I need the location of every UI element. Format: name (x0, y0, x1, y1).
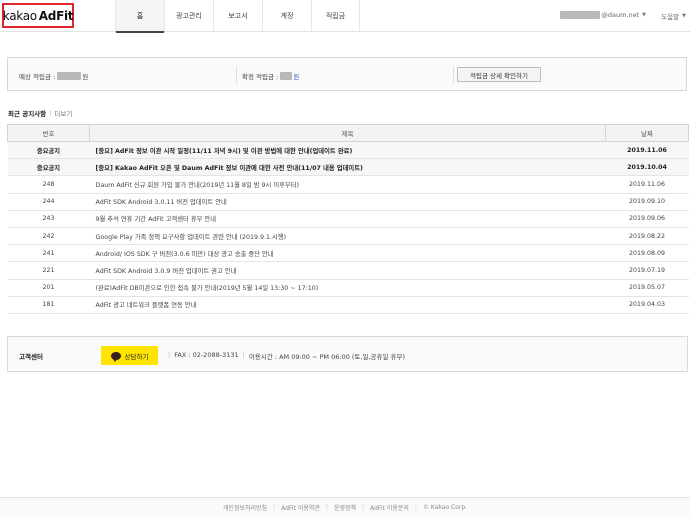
notices-table-body: 중요공지 [중요] AdFit 정보 이관 시작 일정(11/11 저녁 9시) … (7, 141, 689, 314)
footer-link-inquiry[interactable]: AdFit 이용문의 (370, 503, 409, 512)
notices-title: 최근 공지사항 (8, 110, 47, 118)
user-menu[interactable]: @daum.net ▼ (560, 11, 646, 19)
notices-table: 번호 제목 날짜 중요공지 [중요] AdFit 정보 이관 시작 일정(11/1… (7, 124, 689, 314)
confirmed-earnings: 확정 적립금 : 원 (242, 71, 299, 81)
confirmed-earnings-unit: 원 (293, 73, 300, 81)
nav-earnings[interactable]: 적립금 (311, 0, 360, 32)
notice-number: 243 (7, 210, 90, 228)
notice-date: 2019.04.03 (605, 296, 689, 314)
divider (453, 66, 454, 84)
customer-center: 고객센터 상담하기 | FAX : 02-2088-3131 | 이용시간 : … (7, 336, 688, 372)
notice-number: 248 (7, 175, 90, 194)
table-row[interactable]: 중요공지 [중요] Kakao AdFit 오픈 및 Daum AdFit 정보 … (7, 158, 689, 177)
column-header-subject: 제목 (89, 124, 606, 142)
separator: | (242, 351, 245, 359)
separator: | (49, 109, 52, 117)
consult-label: 상담하기 (124, 352, 149, 361)
nav-ad-management[interactable]: 광고관리 (164, 0, 213, 32)
redacted-username (560, 11, 601, 19)
chevron-down-icon: ▼ (682, 13, 686, 19)
notice-date: 2019.05.07 (605, 279, 689, 297)
notice-subject[interactable]: [중요] Kakao AdFit 오픈 및 Daum AdFit 정보 이관에 … (89, 158, 606, 177)
table-header-row: 번호 제목 날짜 (7, 124, 689, 142)
notice-subject[interactable]: AdFit 광고 네트워크 플랫폼 연동 안내 (89, 296, 606, 314)
redacted-amount (57, 72, 82, 80)
user-email-suffix: @daum.net (601, 11, 640, 19)
notice-date: 2019.10.04 (605, 158, 689, 177)
notice-subject[interactable]: (완료)AdFit DB이관으로 인한 접속 불가 안내(2019년 5월 14… (89, 279, 606, 297)
notice-subject[interactable]: AdFit SDK Android 3.0.11 버전 업데이트 안내 (89, 193, 606, 211)
notice-number: 221 (7, 261, 90, 280)
notice-date: 2019.11.06 (605, 141, 689, 160)
customer-center-title: 고객센터 (19, 353, 43, 361)
notice-subject[interactable]: Google Play 가족 정책 요구사항 업데이트 관련 안내 (2019.… (89, 227, 606, 246)
table-row[interactable]: 201 (완료)AdFit DB이관으로 인한 접속 불가 안내(2019년 5월… (7, 279, 689, 297)
table-row[interactable]: 221 AdFit SDK Android 3.0.9 버전 업데이트 권고 안내… (7, 261, 689, 280)
notice-date: 2019.09.06 (605, 210, 689, 228)
table-row[interactable]: 중요공지 [중요] AdFit 정보 이관 시작 일정(11/11 저녁 9시) … (7, 141, 689, 160)
notice-date: 2019.09.10 (605, 193, 689, 211)
confirmed-earnings-label: 확정 적립금 : (242, 73, 279, 81)
table-row[interactable]: 181 AdFit 광고 네트워크 플랫폼 연동 안내 2019.04.03 (7, 296, 689, 314)
separator: | (273, 503, 276, 511)
notice-date: 2019.11.06 (605, 175, 689, 194)
notices-more-link[interactable]: 더보기 (54, 108, 72, 118)
footer-copyright: © Kakao Corp. (422, 503, 468, 511)
divider (236, 66, 237, 84)
help-menu[interactable]: 도움말 ▼ (661, 11, 686, 21)
notice-subject[interactable]: [중요] AdFit 정보 이관 시작 일정(11/11 저녁 9시) 및 이관… (89, 141, 606, 160)
nav-reports[interactable]: 보고서 (213, 0, 262, 32)
help-label: 도움말 (661, 13, 680, 21)
top-header: kakao AdFit 홈 광고관리 보고서 계정 적립금 @daum.net … (0, 0, 690, 33)
kakaotalk-icon (110, 351, 121, 362)
separator: | (362, 503, 365, 511)
notice-number: 중요공지 (7, 158, 90, 177)
expected-earnings: 예상 적립금 : 원 (19, 71, 88, 81)
table-row[interactable]: 243 9월 추석 연휴 기간 AdFit 고객센터 휴무 안내 2019.09.0… (7, 210, 689, 228)
notice-number: 181 (7, 296, 90, 314)
footer: 개인정보처리방침 | AdFit 이용약관 | 운영정책 | AdFit 이용문… (0, 497, 690, 516)
separator: | (325, 503, 328, 511)
nav-home[interactable]: 홈 (115, 0, 164, 33)
notice-subject[interactable]: Daum AdFit 신규 회원 가입 불가 안내(2019년 11월 8일 밤… (89, 175, 606, 194)
notice-subject[interactable]: Android/ IOS SDK 구 버전(3.0.6 미만) 대상 광고 송출… (89, 244, 606, 263)
table-row[interactable]: 248 Daum AdFit 신규 회원 가입 불가 안내(2019년 11월 8… (7, 175, 689, 194)
notice-subject[interactable]: 9월 추석 연휴 기간 AdFit 고객센터 휴무 안내 (89, 210, 606, 228)
kakaotalk-consult-button[interactable]: 상담하기 (101, 346, 158, 365)
fax-number: FAX : 02-2088-3131 (174, 351, 239, 359)
notices-header: 최근 공지사항 | 더보기 (8, 108, 72, 118)
table-row[interactable]: 241 Android/ IOS SDK 구 버전(3.0.6 미만) 대상 광고… (7, 244, 689, 263)
column-header-date: 날짜 (605, 124, 689, 142)
logo-kakao-text: kakao (2, 8, 37, 23)
notice-number: 201 (7, 279, 90, 297)
footer-link-terms[interactable]: AdFit 이용약관 (281, 503, 320, 512)
separator: | (414, 503, 417, 511)
table-row[interactable]: 242 Google Play 가족 정책 요구사항 업데이트 관련 안내 (20… (7, 227, 689, 246)
notice-number: 244 (7, 193, 90, 211)
notice-number: 242 (7, 227, 90, 246)
redacted-amount (280, 72, 293, 80)
expected-earnings-unit: 원 (82, 73, 89, 81)
notice-date: 2019.08.09 (605, 244, 689, 263)
notice-date: 2019.08.22 (605, 227, 689, 246)
earnings-detail-button[interactable]: 적립금 상세 확인하기 (457, 67, 541, 82)
main-nav: 홈 광고관리 보고서 계정 적립금 (115, 0, 360, 33)
expected-earnings-label: 예상 적립금 : (19, 73, 56, 81)
notice-number: 241 (7, 244, 90, 263)
nav-account[interactable]: 계정 (262, 0, 311, 32)
notice-number: 중요공지 (7, 141, 90, 160)
footer-link-policy[interactable]: 운영정책 (334, 503, 356, 512)
notice-date: 2019.07.19 (605, 261, 689, 280)
kakao-adfit-logo[interactable]: kakao AdFit (2, 3, 74, 28)
logo-adfit-text: AdFit (38, 8, 74, 23)
chevron-down-icon: ▼ (642, 12, 646, 18)
separator: | (168, 351, 171, 359)
notice-subject[interactable]: AdFit SDK Android 3.0.9 버전 업데이트 권고 안내 (89, 261, 606, 280)
column-header-number: 번호 (7, 124, 90, 142)
customer-center-info: | FAX : 02-2088-3131 | 이용시간 : AM 09:00 ~… (168, 351, 405, 361)
business-hours: 이용시간 : AM 09:00 ~ PM 06:00 (토,일,공휴일 휴무) (248, 353, 406, 361)
earnings-summary: 예상 적립금 : 원 확정 적립금 : 원 적립금 상세 확인하기 (7, 57, 687, 91)
table-row[interactable]: 244 AdFit SDK Android 3.0.11 버전 업데이트 안내 20… (7, 193, 689, 211)
footer-link-privacy[interactable]: 개인정보처리방침 (223, 503, 267, 512)
